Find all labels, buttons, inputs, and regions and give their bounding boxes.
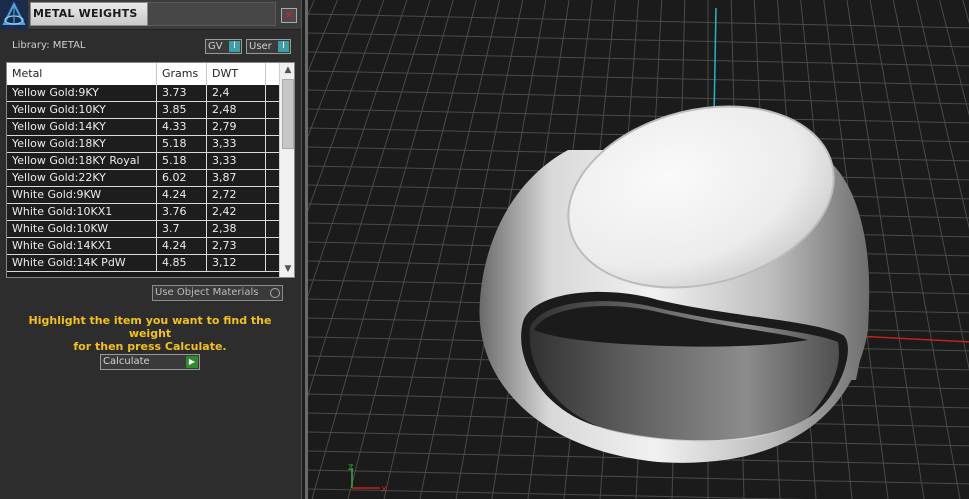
table-row[interactable]: White Gold:14K PdW 4.85 3,12 — [7, 255, 279, 272]
column-header-dwt[interactable]: DWT — [207, 63, 266, 85]
radio-icon — [270, 288, 280, 298]
column-header-grams[interactable]: Grams — [157, 63, 207, 85]
table-body: Yellow Gold:9KY 3.73 2,4 Yellow Gold:10KY 3.… — [7, 85, 279, 277]
table-row[interactable]: Yellow Gold:9KY 3.73 2,4 — [7, 85, 279, 102]
cell-grams: 4.24 — [157, 238, 207, 254]
title-bar-spacer — [148, 2, 276, 26]
table-row[interactable]: White Gold:14KX1 4.24 2,73 — [7, 238, 279, 255]
user-toggle[interactable]: User I — [246, 39, 291, 54]
close-button[interactable]: ✕ — [281, 8, 297, 23]
table-scrollbar[interactable]: ▲ ▼ — [279, 63, 294, 277]
cell-metal: Yellow Gold:9KY — [7, 85, 157, 101]
cell-metal: Yellow Gold:14KY — [7, 119, 157, 135]
gizmo-x-label: x — [381, 484, 387, 495]
toggle-switch-icon: I — [278, 41, 289, 52]
cell-metal: White Gold:14KX1 — [7, 238, 157, 254]
library-label: Library: METAL — [12, 40, 86, 51]
cell-dwt: 2,4 — [207, 85, 266, 101]
gizmo-z-label: z — [348, 462, 353, 473]
metal-table: Metal Grams DWT Yellow Gold:9KY 3.73 2,4 Ye… — [6, 62, 295, 278]
cell-grams: 4.33 — [157, 119, 207, 135]
use-object-materials-option[interactable]: Use Object Materials — [152, 285, 283, 301]
cell-grams: 5.18 — [157, 136, 207, 152]
column-header-metal[interactable]: Metal — [7, 63, 157, 85]
panel-titlebar[interactable]: METAL WEIGHTS ✕ — [0, 0, 301, 30]
panel-title: METAL WEIGHTS — [30, 2, 148, 26]
calculate-label: Calculate — [103, 356, 150, 367]
instructions-text: Highlight the item you want to find the … — [10, 314, 290, 353]
cell-dwt: 3,33 — [207, 153, 266, 169]
toggle-switch-icon: I — [229, 41, 240, 52]
3d-viewport[interactable]: z x — [305, 0, 969, 499]
instructions-line-1: Highlight the item you want to find the … — [28, 314, 272, 340]
table-row[interactable]: Yellow Gold:18KY 5.18 3,33 — [7, 136, 279, 153]
cell-grams: 3.76 — [157, 204, 207, 220]
cell-metal: White Gold:10KX1 — [7, 204, 157, 220]
cell-grams: 4.24 — [157, 187, 207, 203]
cell-metal: Yellow Gold:18KY — [7, 136, 157, 152]
cell-dwt: 2,48 — [207, 102, 266, 118]
viewport-canvas: z x — [308, 0, 969, 499]
table-row[interactable]: White Gold:10KX1 3.76 2,42 — [7, 204, 279, 221]
rhino-logo-icon — [0, 0, 28, 30]
metal-weights-panel: METAL WEIGHTS ✕ Library: METAL GV I User… — [0, 0, 302, 499]
user-toggle-label: User — [249, 41, 272, 52]
instructions-line-2: for then press Calculate. — [73, 340, 227, 353]
cell-grams: 3.85 — [157, 102, 207, 118]
cell-dwt: 2,42 — [207, 204, 266, 220]
table-row[interactable]: Yellow Gold:10KY 3.85 2,48 — [7, 102, 279, 119]
scroll-down-arrow-icon[interactable]: ▼ — [280, 262, 294, 277]
cell-dwt: 3,12 — [207, 255, 266, 271]
cell-grams: 6.02 — [157, 170, 207, 186]
table-row[interactable]: Yellow Gold:14KY 4.33 2,79 — [7, 119, 279, 136]
gv-toggle[interactable]: GV I — [205, 39, 242, 54]
cell-metal: Yellow Gold:18KY Royal — [7, 153, 157, 169]
cell-grams: 3.7 — [157, 221, 207, 237]
cell-metal: Yellow Gold:22KY — [7, 170, 157, 186]
play-arrow-icon: ▶ — [186, 356, 198, 368]
table-row[interactable]: Yellow Gold:18KY Royal 5.18 3,33 — [7, 153, 279, 170]
scroll-thumb[interactable] — [282, 79, 294, 149]
cell-dwt: 2,72 — [207, 187, 266, 203]
calculate-button[interactable]: Calculate ▶ — [100, 354, 200, 370]
use-object-materials-label: Use Object Materials — [155, 287, 259, 298]
scroll-up-arrow-icon[interactable]: ▲ — [280, 63, 294, 78]
cell-dwt: 3,33 — [207, 136, 266, 152]
cell-metal: White Gold:9KW — [7, 187, 157, 203]
cell-metal: White Gold:14K PdW — [7, 255, 157, 271]
cell-metal: Yellow Gold:10KY — [7, 102, 157, 118]
cell-grams: 3.73 — [157, 85, 207, 101]
cell-grams: 5.18 — [157, 153, 207, 169]
table-header: Metal Grams DWT — [7, 63, 279, 85]
cell-metal: White Gold:10KW — [7, 221, 157, 237]
cell-dwt: 2,73 — [207, 238, 266, 254]
table-row[interactable]: White Gold:10KW 3.7 2,38 — [7, 221, 279, 238]
cell-dwt: 2,38 — [207, 221, 266, 237]
cell-dwt: 3,87 — [207, 170, 266, 186]
gv-toggle-label: GV — [208, 41, 223, 52]
cell-grams: 4.85 — [157, 255, 207, 271]
table-row[interactable]: Yellow Gold:22KY 6.02 3,87 — [7, 170, 279, 187]
table-row[interactable]: White Gold:9KW 4.24 2,72 — [7, 187, 279, 204]
cell-dwt: 2,79 — [207, 119, 266, 135]
